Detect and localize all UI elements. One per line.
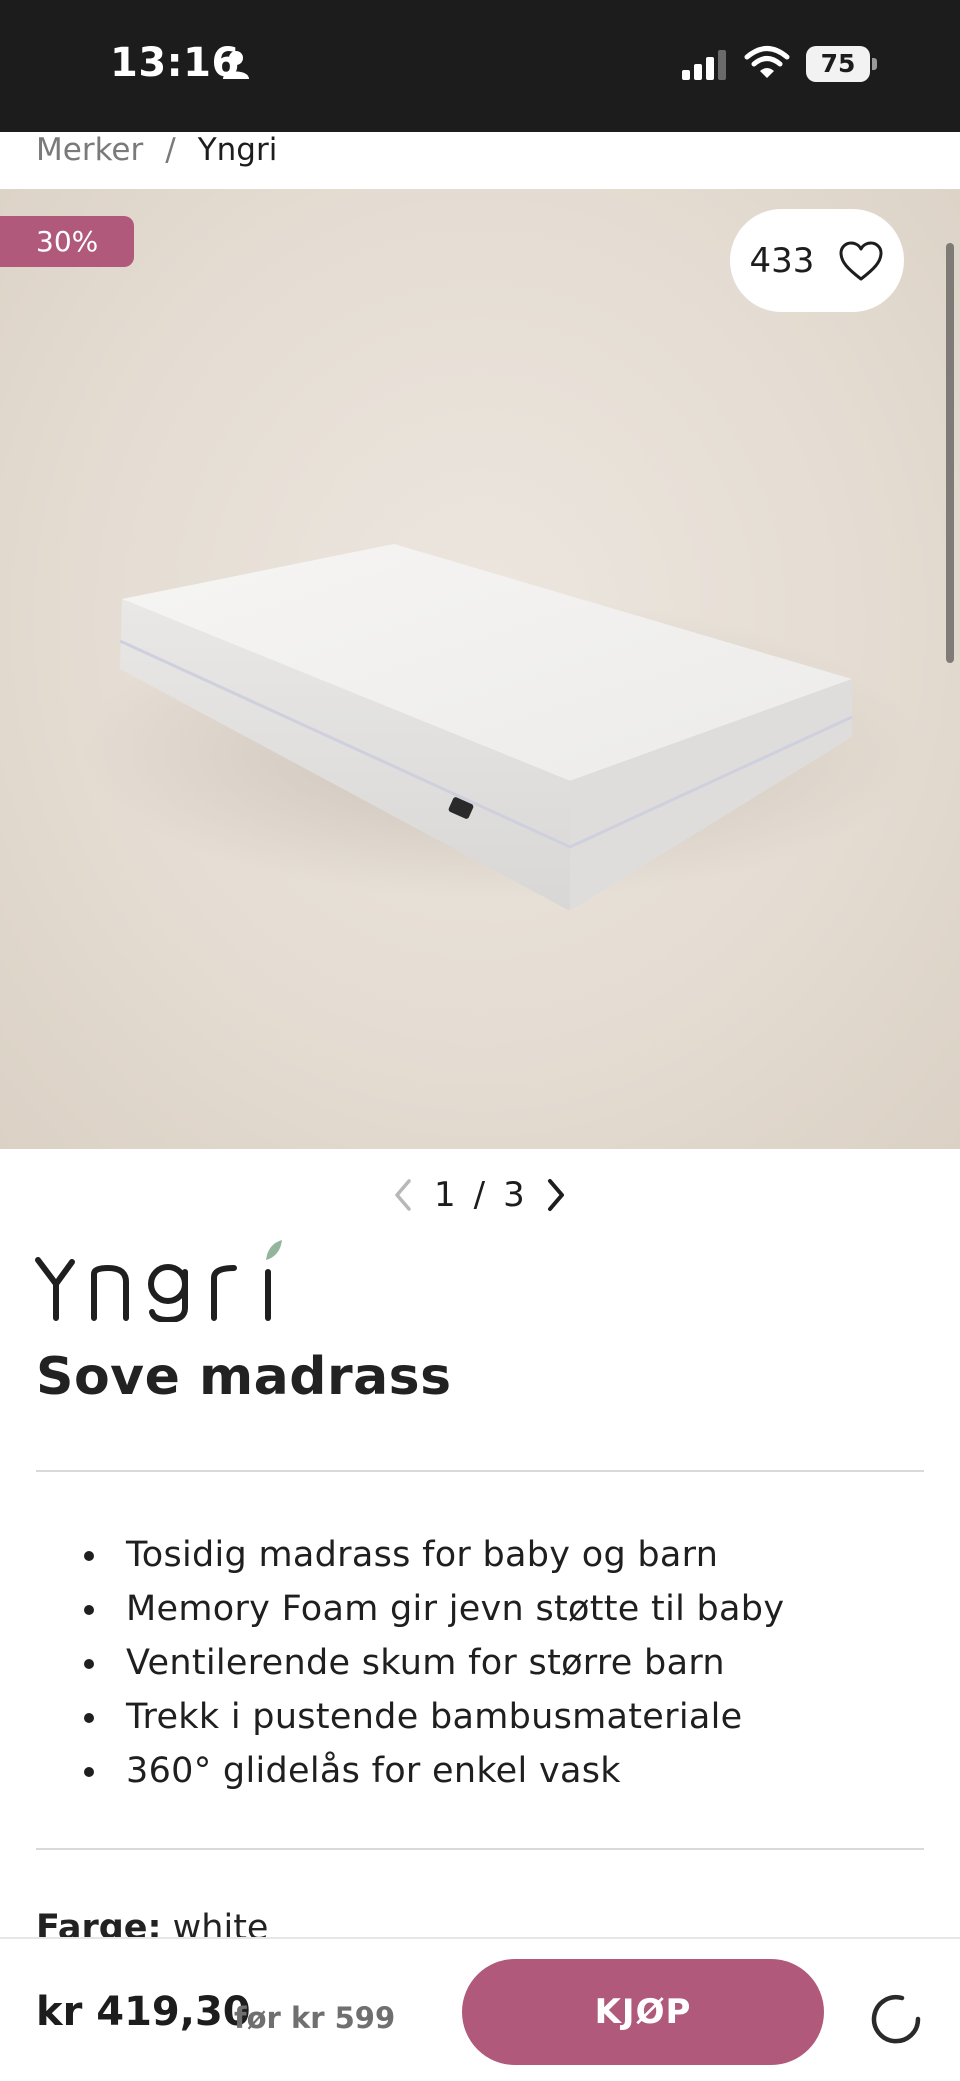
purchase-bar: kr 419,30 før kr 599 KJØP [0,1937,960,2081]
feature-item: 360° glidelås for enkel vask [84,1744,784,1798]
divider [36,1848,924,1850]
wifi-icon [744,46,790,78]
image-scrollbar[interactable] [946,243,954,663]
current-price: kr 419,30 [36,1989,251,2035]
feature-list: Tosidig madrass for baby og barn Memory … [84,1528,784,1798]
discount-badge: 30% [0,216,134,267]
like-count: 433 [749,240,815,281]
pager-separator: / [473,1175,486,1215]
battery-level: 75 [806,46,870,82]
breadcrumb-current[interactable]: Yngri [198,132,278,168]
status-bar: 13:16 75 [0,0,960,132]
loading-spinner-icon [871,1994,921,2044]
product-title: Sove madrass [36,1347,452,1407]
status-time: 13:16 [110,40,240,86]
chevron-right-icon[interactable] [543,1176,569,1214]
feature-item: Ventilerende skum for større barn [84,1636,784,1690]
breadcrumb-separator: / [165,132,176,168]
image-pager: 1 / 3 [390,1170,569,1220]
feature-item: Tosidig madrass for baby og barn [84,1528,784,1582]
brand-logo[interactable] [34,1238,294,1322]
divider [36,1470,924,1472]
buy-button[interactable]: KJØP [462,1959,824,2065]
signal-icon [682,50,726,80]
mattress-photo [80,544,920,911]
breadcrumb-parent-link[interactable]: Merker [36,132,143,168]
product-image[interactable]: 30% 433 [0,189,960,1149]
pager-total: 3 [503,1175,525,1215]
person-icon [223,51,249,79]
favorite-button[interactable]: 433 [730,209,904,312]
chevron-left-icon[interactable] [390,1176,416,1214]
pager-current: 1 [434,1175,456,1215]
feature-item: Trekk i pustende bambusmateriale [84,1690,784,1744]
breadcrumb: Merker / Yngri [36,128,277,172]
feature-item: Memory Foam gir jevn støtte til baby [84,1582,784,1636]
before-price: før kr 599 [234,2001,396,2035]
battery-icon: 75 [806,46,877,82]
heart-icon [839,241,883,280]
